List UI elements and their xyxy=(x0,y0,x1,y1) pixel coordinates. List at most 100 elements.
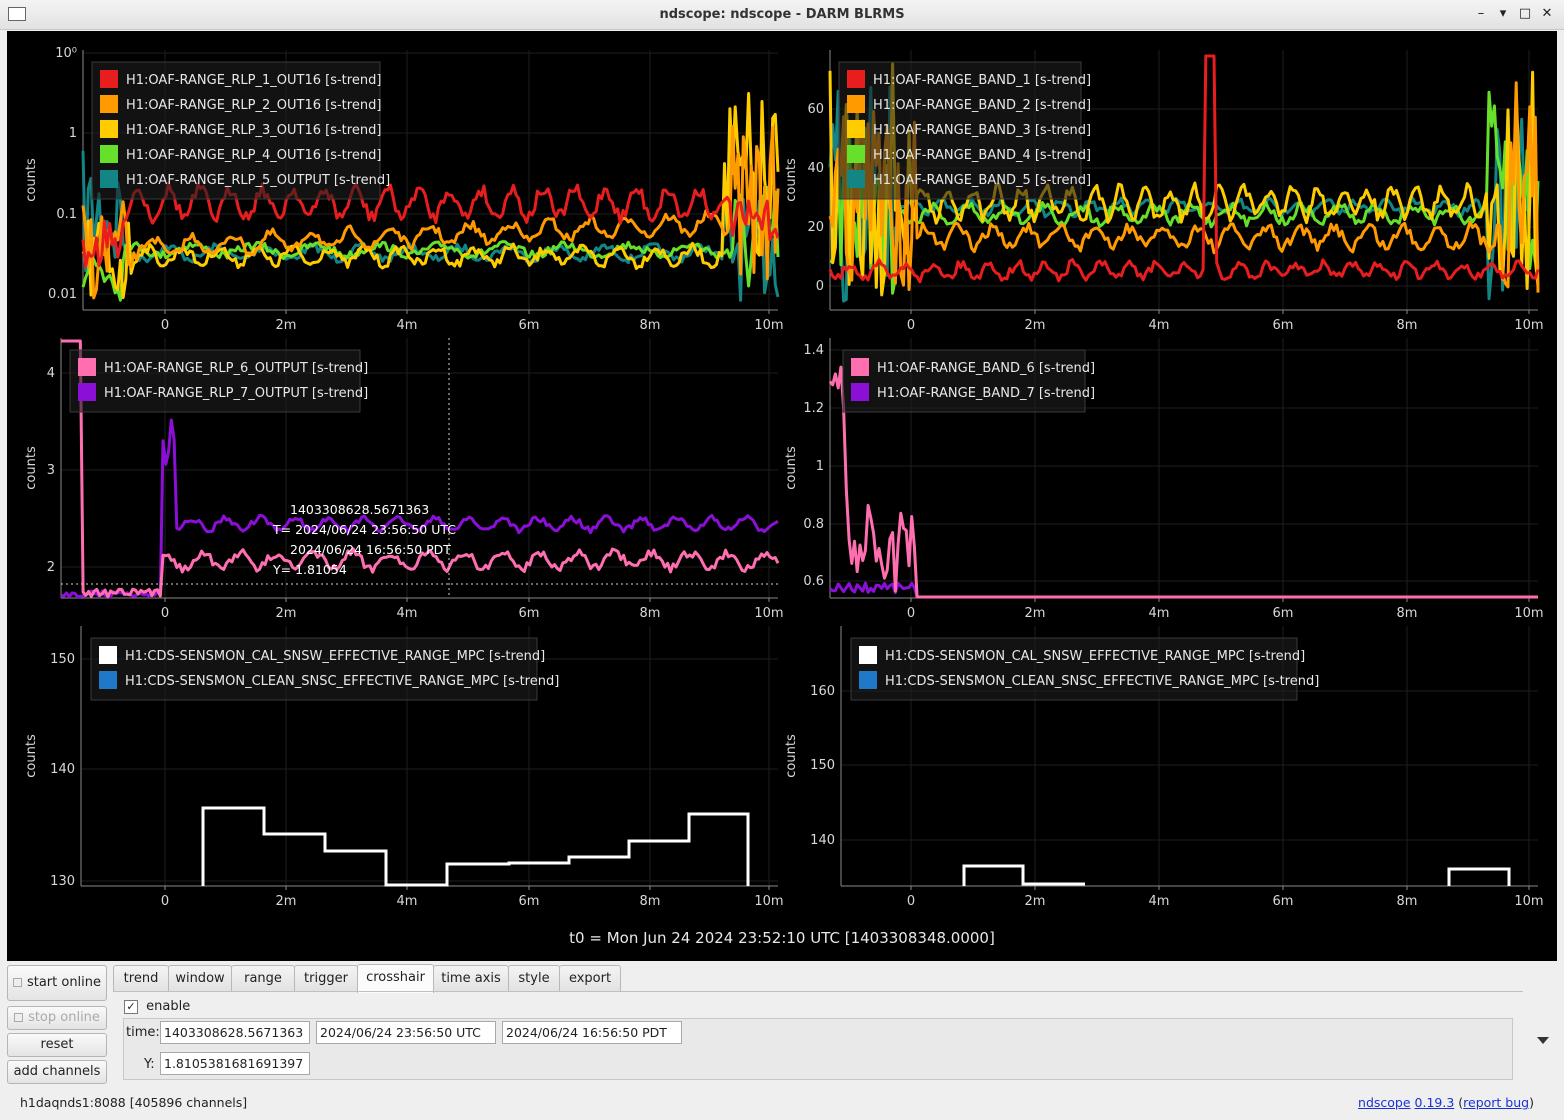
y-label: Y: xyxy=(144,1057,155,1072)
y-tick-label: 150 xyxy=(810,758,835,773)
maximize-icon[interactable]: □ xyxy=(1516,5,1534,23)
stop-online-button[interactable]: stop online xyxy=(7,1006,107,1030)
legend-swatch xyxy=(851,383,869,401)
p2-legend[interactable]: H1:OAF-RANGE_BAND_1 [s-trend] H1:OAF-RANG… xyxy=(838,61,1091,200)
panel-expand-arrow-icon[interactable] xyxy=(1537,1037,1549,1044)
y-axis-label: counts xyxy=(784,446,799,490)
x-tick-label: 0 xyxy=(161,318,169,333)
window-titlebar: ndscope: ndscope - DARM BLRMS – ▾ □ ✕ xyxy=(0,0,1564,30)
y-value-field[interactable] xyxy=(160,1052,310,1075)
plot-area[interactable]: 0 2m 4m 6m 8m 10m 10⁰ 1 0.1 0.01 counts 0 2m 4m 6m 8m 10… xyxy=(7,31,1557,961)
x-tick-label: 4m xyxy=(1149,318,1170,333)
x-tick-label: 4m xyxy=(397,894,418,909)
tab-time-axis[interactable]: time axis xyxy=(433,965,509,992)
legend-swatch xyxy=(847,120,865,138)
status-bar: h1daqnds1:8088 [405896 channels] ndscope… xyxy=(0,1090,1564,1120)
y-tick-label: 4 xyxy=(47,366,55,381)
version-link[interactable]: 0.19.3 xyxy=(1415,1095,1455,1110)
legend-swatch xyxy=(847,70,865,88)
x-tick-label: 6m xyxy=(519,606,540,621)
y-tick-label: 3 xyxy=(47,463,55,478)
legend-swatch xyxy=(100,170,118,188)
x-tick-label: 0 xyxy=(907,318,915,333)
p3-legend[interactable]: H1:OAF-RANGE_RLP_6_OUTPUT [s-trend] H1:OA… xyxy=(69,349,368,413)
p4-legend[interactable]: H1:OAF-RANGE_BAND_6 [s-trend] H1:OAF-RANG… xyxy=(842,349,1095,413)
band7-trace xyxy=(829,581,1538,599)
legend-label: H1:OAF-RANGE_RLP_1_OUT16 [s-trend] xyxy=(126,73,381,88)
minimize-icon[interactable]: – xyxy=(1472,5,1490,23)
legend-swatch xyxy=(100,70,118,88)
p5-legend[interactable]: H1:CDS-SENSMON_CAL_SNSW_EFFECTIVE_RANGE_… xyxy=(90,637,559,701)
x-tick-label: 2m xyxy=(1025,606,1046,621)
legend-label: H1:CDS-SENSMON_CLEAN_SNSC_EFFECTIVE_RANG… xyxy=(125,674,559,689)
legend-swatch xyxy=(847,95,865,113)
x-tick-label: 10m xyxy=(754,606,783,621)
legend-label: H1:OAF-RANGE_BAND_4 [s-trend] xyxy=(873,148,1091,163)
restore-icon[interactable]: ▾ xyxy=(1494,5,1512,23)
legend-swatch xyxy=(78,358,96,376)
legend-swatch xyxy=(100,95,118,113)
legend-label: H1:CDS-SENSMON_CLEAN_SNSC_EFFECTIVE_RANG… xyxy=(885,674,1319,689)
range-cal-trace-right-end xyxy=(1447,867,1511,886)
legend-label: H1:OAF-RANGE_RLP_7_OUTPUT [s-trend] xyxy=(104,386,368,401)
tab-export[interactable]: export xyxy=(559,965,621,992)
time-utc-field[interactable] xyxy=(316,1021,496,1044)
crosshair-gps-label: 1403308628.5671363 xyxy=(290,502,429,517)
x-tick-label: 6m xyxy=(519,894,540,909)
p1-legend[interactable]: H1:OAF-RANGE_RLP_1_OUT16 [s-trend] H1:OAF… xyxy=(91,61,390,200)
close-icon[interactable]: ✕ xyxy=(1538,5,1556,23)
legend-swatch xyxy=(100,145,118,163)
x-tick-label: 4m xyxy=(397,606,418,621)
enable-checkbox[interactable]: ✓ xyxy=(124,999,138,1014)
time-label: time: xyxy=(126,1025,160,1040)
tab-divider xyxy=(113,991,1523,992)
y-tick-label: 1.2 xyxy=(803,401,824,416)
x-tick-label: 10m xyxy=(1514,606,1543,621)
y-tick-label: 0.1 xyxy=(56,207,77,222)
x-tick-label: 6m xyxy=(1273,606,1294,621)
y-tick-label: 0.6 xyxy=(803,574,824,589)
y-axis-label: counts xyxy=(24,734,39,778)
tab-window[interactable]: window xyxy=(168,965,232,992)
x-tick-label: 4m xyxy=(1149,606,1170,621)
p6-legend[interactable]: H1:CDS-SENSMON_CAL_SNSW_EFFECTIVE_RANGE_… xyxy=(850,637,1319,701)
play-icon xyxy=(12,978,22,987)
legend-swatch xyxy=(859,646,877,664)
x-tick-label: 10m xyxy=(754,318,783,333)
y-tick-label: 0 xyxy=(816,279,824,294)
tab-trigger[interactable]: trigger xyxy=(294,965,358,992)
add-channels-button[interactable]: add channels xyxy=(7,1060,107,1084)
tab-crosshair[interactable]: crosshair xyxy=(357,964,434,993)
ndscope-link[interactable]: ndscope xyxy=(1358,1095,1411,1110)
x-tick-label: 10m xyxy=(1514,894,1543,909)
x-tick-label: 8m xyxy=(1397,894,1418,909)
y-tick-label: 1 xyxy=(816,459,824,474)
x-tick-label: 6m xyxy=(1273,894,1294,909)
x-tick-label: 8m xyxy=(1397,606,1418,621)
crosshair-y-label: Y= 1.81054 xyxy=(272,562,347,577)
y-tick-label: 160 xyxy=(810,684,835,699)
start-online-button[interactable]: start online xyxy=(7,965,107,1001)
tab-trend[interactable]: trend xyxy=(113,965,169,992)
time-gps-field[interactable] xyxy=(160,1021,310,1044)
reset-button[interactable]: reset xyxy=(7,1033,107,1057)
legend-label: H1:OAF-RANGE_RLP_2_OUT16 [s-trend] xyxy=(126,98,381,113)
x-tick-label: 0 xyxy=(161,894,169,909)
x-tick-label: 6m xyxy=(1273,318,1294,333)
y-tick-label: 0.01 xyxy=(48,287,77,302)
legend-swatch xyxy=(859,671,877,689)
legend-swatch xyxy=(99,671,117,689)
legend-swatch xyxy=(851,358,869,376)
tab-range[interactable]: range xyxy=(231,965,295,992)
tab-style[interactable]: style xyxy=(508,965,560,992)
x-tick-label: 8m xyxy=(640,318,661,333)
time-pdt-field[interactable] xyxy=(502,1021,682,1044)
y-axis-label: counts xyxy=(784,158,799,202)
window-title: ndscope: ndscope - DARM BLRMS xyxy=(659,7,905,22)
plots-canvas[interactable]: 0 2m 4m 6m 8m 10m10⁰10.10.01counts0 2m 4m 6m 8m 10… xyxy=(7,31,1557,961)
crosshair-panel: time: Y: xyxy=(123,1018,1513,1080)
y-tick-label: 1 xyxy=(69,126,77,141)
report-bug-link[interactable]: report bug xyxy=(1463,1095,1529,1110)
x-tick-label: 6m xyxy=(519,318,540,333)
crosshair-pdt-label: 2024/06/24 16:56:50 PDT xyxy=(290,542,451,557)
